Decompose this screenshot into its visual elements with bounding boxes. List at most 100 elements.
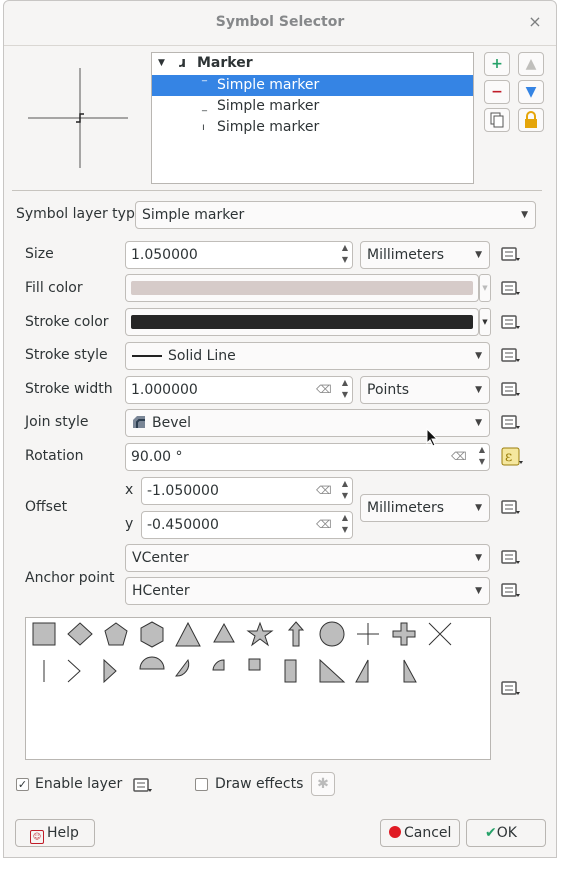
stroke-width-data-defined-button[interactable] [499, 377, 525, 401]
stroke-style-data-defined-button[interactable] [499, 343, 525, 367]
clear-icon[interactable]: ⌫ [316, 518, 332, 532]
duplicate-layer-button[interactable] [484, 108, 510, 132]
anchor-point-label: Anchor point [25, 570, 115, 586]
data-defined-icon [501, 583, 520, 597]
tree-item-simple-marker-3[interactable]: ı Simple marker [152, 117, 473, 138]
copy-icon [490, 112, 504, 128]
anchor-vertical-data-defined-button[interactable] [499, 545, 525, 569]
cancel-button[interactable]: Cancel [380, 819, 460, 847]
stroke-width-unit-combo[interactable]: Points ▼ [360, 376, 490, 404]
tree-item-label: Simple marker [217, 77, 320, 93]
effects-settings-button[interactable]: ✱ [311, 772, 335, 796]
arrow-down-icon: ▼ [525, 84, 537, 100]
remove-layer-button[interactable]: − [484, 80, 510, 104]
shape-data-defined-button[interactable] [499, 676, 525, 700]
move-up-button[interactable]: ▲ [518, 52, 544, 76]
ok-button[interactable]: ✔OK [466, 819, 546, 847]
offset-data-defined-button[interactable] [499, 495, 525, 519]
left-half-triangle-shape-icon [403, 659, 417, 683]
enable-layer-checkbox[interactable]: ✓ [16, 778, 29, 791]
data-defined-icon [501, 550, 520, 564]
stroke-color-menu-button[interactable]: ▼ [479, 308, 491, 336]
size-label: Size [25, 246, 54, 262]
stroke-color-data-defined-button[interactable] [499, 310, 525, 334]
offset-y-label: y [125, 516, 134, 532]
anchor-horizontal-data-defined-button[interactable] [499, 578, 525, 602]
enable-layer-data-defined-button[interactable] [131, 773, 157, 797]
anchor-horizontal-value: HCenter [132, 583, 190, 599]
solid-line-icon [132, 355, 162, 357]
chevron-down-icon: ▼ [475, 385, 482, 395]
add-layer-button[interactable]: + [484, 52, 510, 76]
data-defined-icon [501, 281, 520, 295]
square-shape-icon [32, 622, 56, 646]
symbol-layer-type-label: Symbol layer type [16, 206, 144, 222]
anchor-horizontal-combo[interactable]: HCenter ▼ [125, 577, 490, 605]
quarter-circle-shape-icon [175, 658, 190, 677]
draw-effects-checkbox[interactable] [195, 778, 208, 791]
anchor-vertical-combo[interactable]: VCenter ▼ [125, 544, 490, 572]
equilateral-triangle-shape-icon [213, 622, 235, 643]
data-defined-icon [501, 415, 520, 429]
spin-arrows-icon[interactable]: ▲ ▼ [338, 512, 352, 538]
tree-item-label: Simple marker [217, 98, 320, 114]
clear-icon[interactable]: ⌫ [316, 383, 332, 397]
fill-color-menu-button[interactable]: ▼ [479, 274, 491, 302]
chevron-down-icon: ▼ [475, 586, 482, 596]
spin-arrows-icon[interactable]: ▲ ▼ [475, 444, 489, 470]
marker-shape-list[interactable] [25, 617, 491, 760]
help-label: Help [47, 825, 79, 841]
size-unit-combo[interactable]: Millimeters ▼ [360, 241, 490, 269]
spin-arrows-icon[interactable]: ▲ ▼ [338, 242, 352, 268]
expression-active-icon: ε [501, 447, 523, 466]
right-half-triangle-shape-icon [319, 658, 346, 683]
join-style-data-defined-button[interactable] [499, 410, 525, 434]
stroke-width-spinbox[interactable]: 1.000000 ⌫ ▲ ▼ [125, 376, 353, 404]
data-defined-icon [501, 500, 520, 514]
clear-icon[interactable]: ⌫ [451, 450, 467, 464]
offset-y-spinbox[interactable]: -0.450000 ⌫ ▲ ▼ [141, 511, 353, 539]
fill-color-button[interactable] [125, 274, 479, 302]
arrow-shape-icon [287, 621, 305, 647]
rotation-data-defined-button[interactable]: ε [499, 444, 525, 468]
data-defined-icon [501, 247, 520, 261]
size-data-defined-button[interactable] [499, 242, 525, 266]
layer-preview-icon: ‾ [202, 80, 207, 91]
tree-item-simple-marker-1[interactable]: ‾ Simple marker [152, 75, 473, 96]
title-bar: Symbol Selector × [4, 1, 556, 46]
anchor-vertical-value: VCenter [132, 550, 189, 566]
symbol-layer-type-combo[interactable]: Simple marker ▼ [135, 201, 536, 229]
close-button[interactable]: × [524, 11, 546, 33]
fill-color-swatch [131, 281, 473, 295]
symbol-layer-tree[interactable]: ▼ ɹ Marker ‾ Simple marker _ Simple mark… [151, 52, 474, 184]
rotation-value: 90.00 ° [131, 449, 183, 465]
lock-icon [525, 111, 537, 128]
fill-color-data-defined-button[interactable] [499, 276, 525, 300]
help-button[interactable]: ☺ Help [15, 819, 95, 847]
spin-arrows-icon[interactable]: ▲ ▼ [338, 478, 352, 504]
offset-x-value: -1.050000 [147, 483, 219, 499]
clear-icon[interactable]: ⌫ [316, 484, 332, 498]
expand-arrow-icon[interactable]: ▼ [158, 53, 165, 74]
tree-root-label: Marker [197, 55, 253, 71]
x-shape-icon [428, 622, 452, 646]
move-down-button[interactable]: ▼ [518, 80, 544, 104]
spin-arrows-icon[interactable]: ▲ ▼ [338, 377, 352, 403]
data-defined-icon [133, 778, 152, 792]
star-icon: ✱ [317, 776, 329, 792]
offset-x-spinbox[interactable]: -1.050000 ⌫ ▲ ▼ [141, 477, 353, 505]
cancel-label: Cancel [404, 825, 452, 841]
stroke-style-combo[interactable]: Solid Line ▼ [125, 342, 490, 370]
offset-unit-combo[interactable]: Millimeters ▼ [360, 494, 490, 522]
checkmark-icon: ✓ [17, 778, 28, 791]
tree-root-marker[interactable]: ▼ ɹ Marker [152, 53, 473, 74]
tree-item-simple-marker-2[interactable]: _ Simple marker [152, 96, 473, 117]
symbol-layer-type-value: Simple marker [142, 207, 245, 223]
size-spinbox[interactable]: 1.050000 ▲ ▼ [125, 241, 353, 269]
lock-color-button[interactable] [518, 108, 544, 132]
cross-shape-icon [357, 623, 379, 645]
enable-layer-label[interactable]: Enable layer [35, 776, 122, 792]
draw-effects-label[interactable]: Draw effects [215, 776, 303, 792]
help-icon: ☺ [30, 830, 44, 844]
stroke-color-button[interactable] [125, 308, 479, 336]
